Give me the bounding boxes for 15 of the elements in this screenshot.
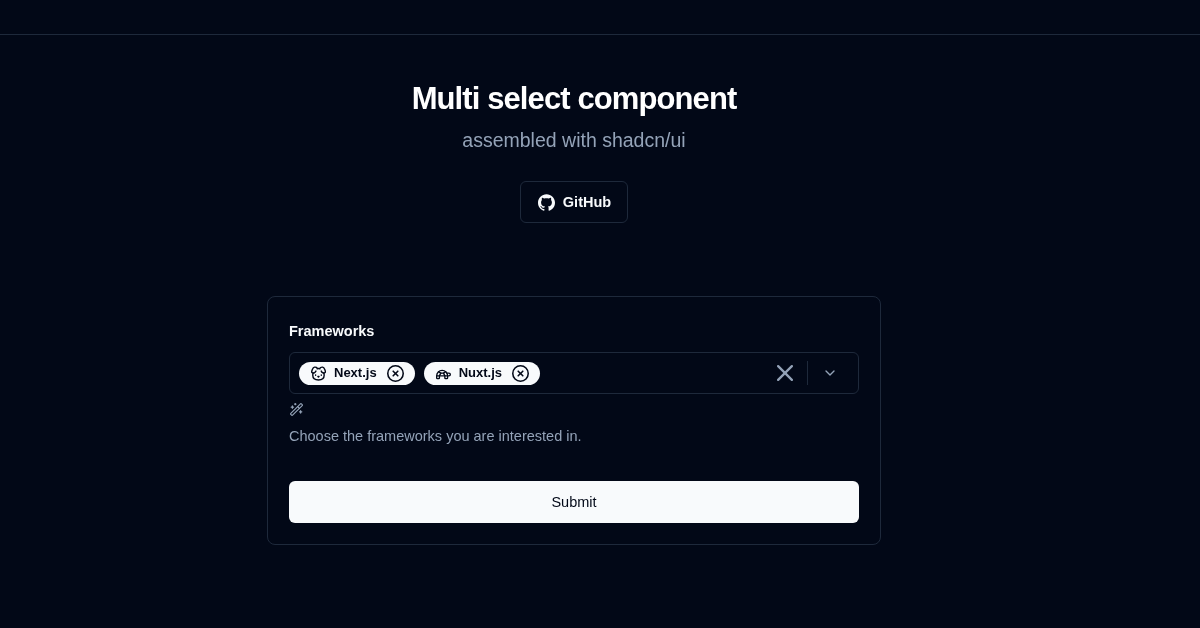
- dog-face-icon: [311, 365, 326, 381]
- page-title: Multi select component: [411, 80, 737, 118]
- magic-wand-icon[interactable]: [290, 403, 303, 416]
- page-subtitle: assembled with shadcn/ui: [462, 128, 686, 153]
- field-description: Choose the frameworks you are interested in.: [289, 427, 582, 446]
- submit-button[interactable]: Submit: [289, 481, 859, 523]
- remove-icon[interactable]: [512, 364, 529, 382]
- tag-label: Next.js: [334, 365, 377, 381]
- remove-icon[interactable]: [386, 364, 404, 382]
- github-icon: [537, 193, 555, 211]
- tag-label: Nuxt.js: [458, 365, 502, 381]
- github-button[interactable]: GitHub: [519, 181, 629, 223]
- field-label: Frameworks: [289, 322, 375, 341]
- multi-select-field[interactable]: Next.js Nuxt.js: [289, 352, 859, 394]
- clear-icon[interactable]: [777, 365, 793, 381]
